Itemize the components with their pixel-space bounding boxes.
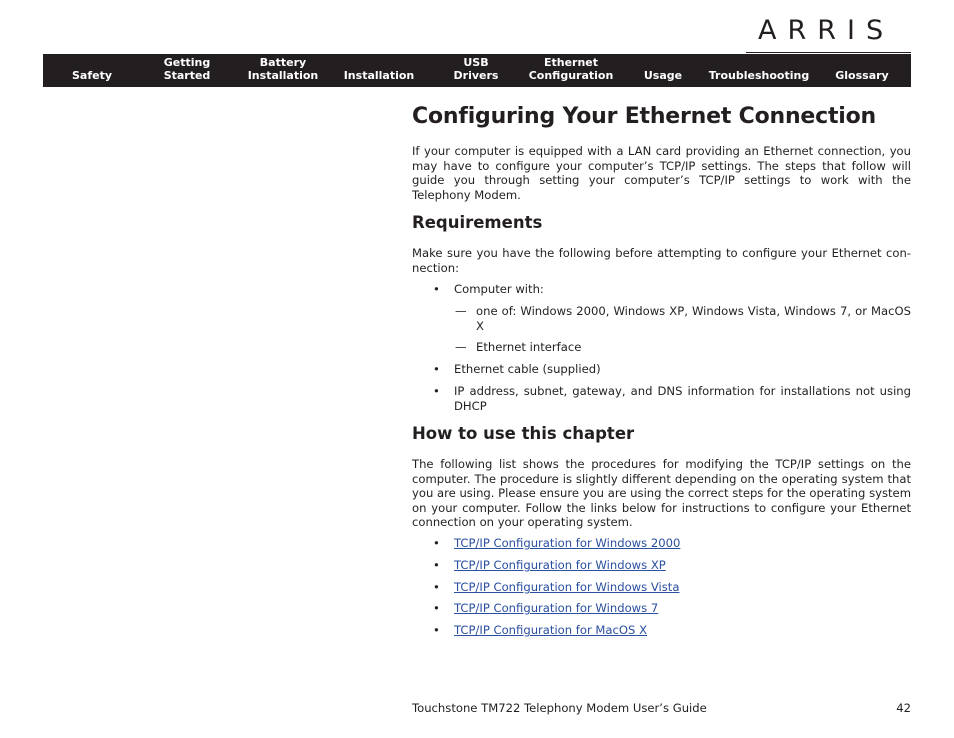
nav-label-line2: Configuration (528, 69, 614, 82)
link-windows-2000[interactable]: TCP/IP Configuration for Windows 2000 (454, 536, 680, 551)
nav-label-line1: USB (463, 56, 489, 69)
nav-label-line2: Started (163, 69, 211, 82)
requirement-text: IP address, subnet, gateway, and DNS inf… (454, 384, 911, 413)
nav-label-line1: Ethernet (543, 56, 599, 69)
nav-label-line2: Usage (643, 69, 683, 82)
bullet-icon: • (433, 362, 440, 376)
link-macos-x[interactable]: TCP/IP Configuration for MacOS X (454, 623, 647, 638)
intro-paragraph: If your computer is equipped with a LAN … (412, 144, 911, 202)
page-footer: Touchstone TM722 Telephony Modem User’s … (412, 701, 911, 715)
link-windows-vista[interactable]: TCP/IP Configuration for Windows Vista (454, 580, 679, 595)
bullet-icon: • (433, 282, 440, 296)
nav-label-line2: Troubleshooting (708, 69, 810, 82)
how-to-paragraph: The following list shows the procedures … (412, 457, 911, 529)
nav-label-line1: Getting (163, 56, 211, 69)
page-number: 42 (896, 701, 911, 715)
nav-label-line2: Glossary (835, 69, 889, 82)
nav-item-troubleshooting[interactable]: Troubleshooting (703, 54, 815, 87)
bullet-icon: • (433, 623, 440, 637)
nav-item-installation[interactable]: Installation (335, 54, 423, 87)
requirement-subtext: Ethernet interface (476, 340, 582, 354)
dash-icon: — (455, 340, 467, 354)
nav-label-line2: Installation (343, 69, 415, 82)
nav-label-line2: Safety (71, 69, 113, 82)
nav-item-usb-drivers[interactable]: USB Drivers (443, 54, 509, 87)
dash-icon: — (455, 304, 467, 318)
nav-item-battery-installation[interactable]: Battery Installation (239, 54, 327, 87)
bullet-icon: • (433, 558, 440, 572)
requirements-lead: Make sure you have the following before … (412, 246, 911, 275)
how-to-heading: How to use this chapter (412, 424, 635, 443)
link-windows-xp[interactable]: TCP/IP Configuration for Windows XP (454, 558, 666, 573)
requirement-text: Computer with: (454, 282, 544, 296)
arris-logo: ARRIS (758, 15, 895, 46)
requirement-subtext: one of: Windows 2000, Windows XP, Window… (476, 304, 911, 333)
nav-item-usage[interactable]: Usage (635, 54, 691, 87)
requirement-text: Ethernet cable (supplied) (454, 362, 601, 376)
nav-item-safety[interactable]: Safety (43, 54, 141, 87)
nav-item-ethernet-configuration[interactable]: Ethernet Configuration (525, 54, 617, 87)
nav-label-line1: Battery (259, 56, 307, 69)
nav-item-getting-started[interactable]: Getting Started (151, 54, 223, 87)
bullet-icon: • (433, 580, 440, 594)
nav-label-line2: Installation (247, 69, 319, 82)
nav-label-line2: Drivers (453, 69, 499, 82)
page-title: Configuring Your Ethernet Connection (412, 104, 877, 129)
bullet-icon: • (433, 601, 440, 615)
link-windows-7[interactable]: TCP/IP Configuration for Windows 7 (454, 601, 658, 616)
footer-guide-title: Touchstone TM722 Telephony Modem User’s … (412, 701, 707, 715)
bullet-icon: • (433, 536, 440, 550)
bullet-icon: • (433, 384, 440, 398)
chapter-nav-bar: Safety Getting Started Battery Installat… (43, 54, 911, 87)
logo-underline (746, 52, 911, 53)
requirements-heading: Requirements (412, 213, 543, 232)
nav-item-glossary[interactable]: Glossary (823, 54, 901, 87)
